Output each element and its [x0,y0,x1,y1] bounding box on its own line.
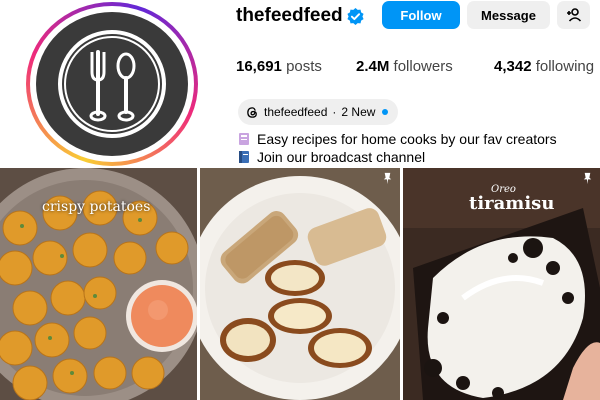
followers-stat[interactable]: 2.4M followers [356,58,453,75]
threads-handle: thefeedfeed [264,105,328,119]
profile-stats: 16,691 posts 2.4M followers 4,342 follow… [236,58,600,78]
message-button[interactable]: Message [467,1,550,29]
following-label: following [535,58,595,75]
posts-label: posts [286,58,322,75]
post-3-caption-main: tiramisu [469,193,555,214]
post-thumbnail-2[interactable] [200,168,400,400]
follow-button[interactable]: Follow [382,1,460,29]
fork-knife-logo-icon [58,30,166,138]
profile-username: thefeedfeed [236,5,343,26]
threads-new-label: 2 New [341,105,376,119]
bio-line-1: Easy recipes for home cooks by our fav c… [237,131,557,147]
recipe-book-icon [239,133,249,145]
followers-count: 2.4M [356,58,390,75]
pinned-post-icon [583,172,592,185]
threads-icon [247,106,257,118]
notebook-icon [239,151,249,163]
following-stat[interactable]: 4,342 following [494,58,594,75]
pinned-post-icon [383,172,392,185]
bio-line-2[interactable]: Join our broadcast channel [237,149,425,165]
new-indicator-dot [382,109,389,115]
following-count: 4,342 [494,58,532,75]
bio-text-1: Easy recipes for home cooks by our fav c… [257,131,557,147]
post-thumbnail-3[interactable]: Oreo tiramisu [403,168,600,400]
threads-link[interactable]: thefeedfeed · 2 New [238,99,399,125]
verified-badge-icon [347,7,364,26]
bio-text-2: Join our broadcast channel [257,149,426,165]
suggest-user-button[interactable] [557,1,590,29]
posts-count: 16,691 [236,58,282,75]
post-thumbnail-1[interactable]: crispy potatoes [0,168,197,400]
posts-stat: 16,691 posts [236,58,322,75]
threads-separator: · [332,105,337,119]
followers-label: followers [393,58,453,75]
banana-rolls-image [200,168,400,400]
post-1-caption: crispy potatoes [42,199,151,215]
person-plus-icon [566,8,581,22]
profile-avatar[interactable] [26,2,198,166]
